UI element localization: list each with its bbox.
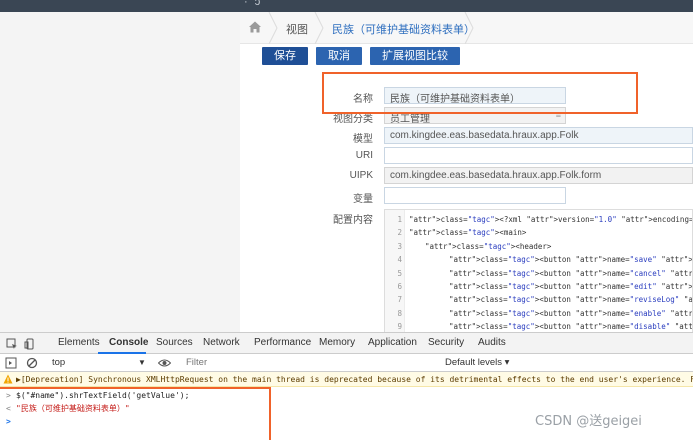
tab-performance[interactable]: Performance (254, 337, 311, 348)
code-line: 3 "attr">class="tagc"><header> (385, 240, 692, 253)
code-text: "attr">class="tagc"><button "attr">name=… (449, 282, 693, 291)
context-dropdown-arrow-icon[interactable]: ▼ (138, 358, 146, 367)
app-logo: · ɔ ˈ (244, 0, 273, 8)
console-warning-row: ▶[Deprecation] Synchronous XMLHttpReques… (0, 372, 693, 387)
warning-message: ▶[Deprecation] Synchronous XMLHttpReques… (16, 375, 693, 384)
extend-view-compare-button[interactable]: 扩展视图比较 (370, 47, 460, 65)
config-code-editor[interactable]: 1 "attr">class="tagc"><?xml "attr">versio… (384, 209, 693, 333)
console-filter-bar: top ▼ Default levels ▾ (0, 354, 693, 372)
breadcrumb-separator (268, 12, 278, 44)
code-text: "attr">class="tagc"><button "attr">name=… (449, 268, 693, 278)
form-row-uri: URI (240, 147, 693, 165)
sidebar-toggle-icon[interactable] (5, 357, 17, 369)
form-row-model: 模型 com.kingdee.eas.basedata.hraux.app.Fo… (240, 127, 693, 145)
code-line: 5 "attr">class="tagc"><button "attr">name… (385, 267, 693, 280)
eye-icon[interactable] (158, 357, 171, 369)
line-number: 7 (397, 295, 402, 305)
model-label: 模型 (353, 134, 373, 145)
highlight-box-console (0, 387, 271, 440)
save-button[interactable]: 保存 (262, 47, 308, 65)
code-text: "attr">class="tagc"><main> (409, 228, 527, 238)
code-line: 2 "attr">class="tagc"><main> (385, 226, 692, 239)
uipk-field[interactable]: com.kingdee.eas.basedata.hraux.app.Folk.… (384, 167, 693, 184)
context-selector[interactable]: top (52, 357, 65, 368)
config-label: 配置内容 (333, 215, 373, 226)
home-icon[interactable] (248, 20, 262, 34)
uri-label: URI (355, 150, 373, 161)
tab-security[interactable]: Security (428, 337, 464, 348)
tab-memory[interactable]: Memory (319, 337, 355, 348)
devtools-tab-bar: Elements Console Sources Network Performance… (0, 332, 693, 354)
tab-application[interactable]: Application (368, 337, 417, 348)
inspect-element-icon[interactable] (6, 338, 18, 350)
code-text: "attr">class="tagc"><button "attr">name=… (449, 295, 693, 305)
line-number: 4 (397, 255, 402, 265)
line-number: 2 (397, 228, 402, 238)
code-line: 7 "attr">class="tagc"><button "attr">name… (385, 293, 693, 306)
breadcrumb-item-view[interactable]: 视图 (286, 21, 308, 37)
breadcrumb-separator (314, 12, 324, 44)
line-number: 8 (397, 308, 402, 318)
code-line: 8 "attr">class="tagc"><button "attr">name… (385, 307, 693, 320)
code-text: "attr">class="tagc"><?xml "attr">version… (409, 215, 693, 224)
tab-network[interactable]: Network (203, 337, 240, 348)
code-text: "attr">class="tagc"><button "attr">name=… (449, 308, 693, 318)
tab-elements[interactable]: Elements (58, 337, 100, 348)
form-row-uipk: UIPK com.kingdee.eas.basedata.hraux.app.… (240, 167, 693, 185)
category-value: 员工管理 (390, 114, 430, 124)
variable-field[interactable] (384, 187, 566, 204)
highlight-box-name (322, 72, 638, 114)
line-number: 6 (397, 282, 402, 291)
model-field[interactable]: com.kingdee.eas.basedata.hraux.app.Folk (384, 127, 693, 144)
uri-field[interactable] (384, 147, 693, 164)
breadcrumb: 视图 民族（可维护基础资料表单） (240, 12, 693, 44)
breadcrumb-separator (464, 12, 474, 44)
console-filter-input[interactable] (180, 355, 430, 370)
code-line: 6 "attr">class="tagc"><button "attr">name… (385, 280, 693, 293)
tab-console[interactable]: Console (109, 337, 148, 348)
clear-console-icon[interactable] (26, 357, 38, 369)
line-number: 5 (397, 268, 402, 278)
tab-sources[interactable]: Sources (156, 337, 193, 348)
code-line: 4 "attr">class="tagc"><button "attr">name… (385, 253, 693, 266)
log-levels-dropdown[interactable]: Default levels ▾ (445, 357, 509, 368)
device-toolbar-icon[interactable] (24, 338, 36, 350)
form-toolbar: 保存 取消 扩展视图比较 (262, 47, 460, 67)
variable-label: 变量 (353, 194, 373, 205)
code-line: 1 "attr">class="tagc"><?xml "attr">versio… (385, 213, 693, 226)
code-text: "attr">class="tagc"><button "attr">name=… (449, 255, 693, 265)
breadcrumb-item-current[interactable]: 民族（可维护基础资料表单） (332, 21, 475, 37)
form-row-variable: 变量 (240, 187, 693, 205)
code-text: "attr">class="tagc"><header> (425, 241, 552, 251)
line-number: 1 (397, 215, 402, 224)
watermark: CSDN @送geigei (535, 414, 642, 429)
top-nav-bar: · ɔ ˈ (0, 0, 693, 12)
tab-audits[interactable]: Audits (478, 337, 506, 348)
warning-icon (3, 374, 13, 384)
left-panel (0, 12, 240, 332)
page: · ɔ ˈ 视图 民族（可维护基础资料表单） 保存 取消 扩展视图比较 名称 民… (0, 0, 693, 440)
line-number: 3 (397, 241, 402, 251)
cancel-button[interactable]: 取消 (316, 47, 362, 65)
uipk-label: UIPK (349, 170, 373, 181)
